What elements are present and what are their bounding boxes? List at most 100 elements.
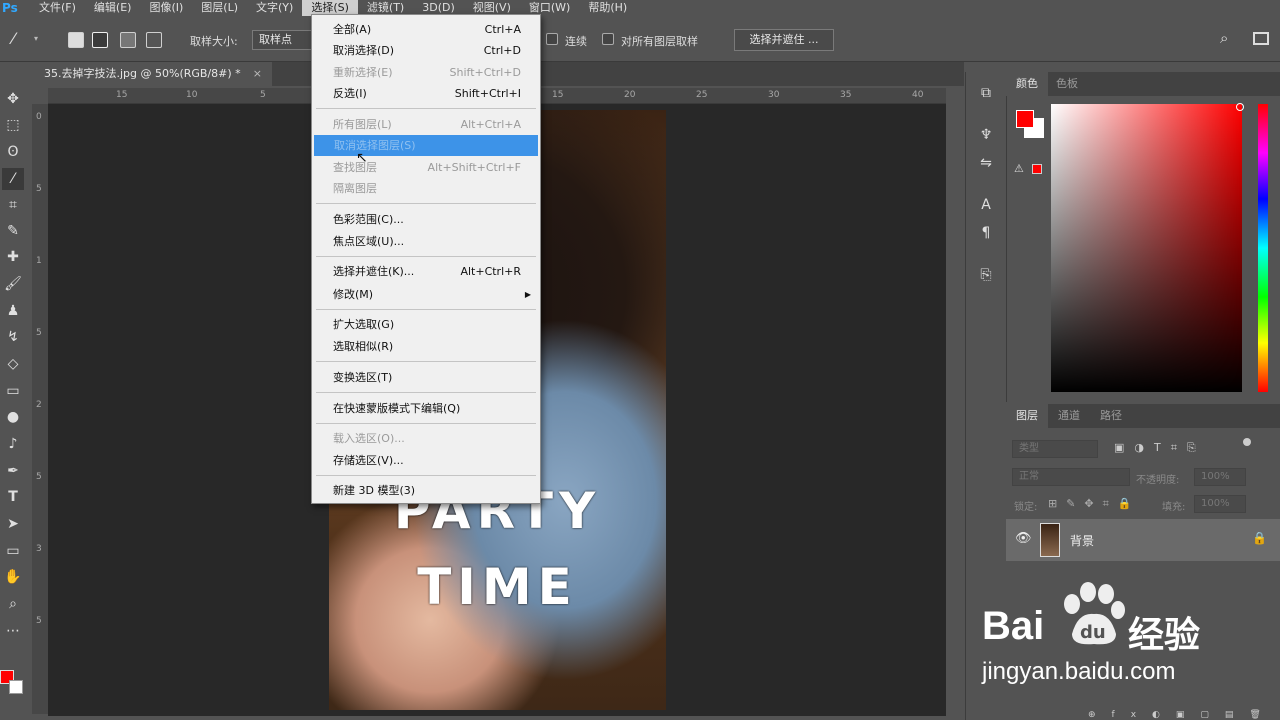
panel-foreground-swatch[interactable] <box>1016 110 1034 128</box>
lasso-tool-icon[interactable]: ʘ <box>2 141 24 163</box>
tab-channels[interactable]: 通道 <box>1048 404 1090 428</box>
eyedropper-tool-icon[interactable]: ✎ <box>2 220 24 242</box>
pen-tool-icon[interactable]: ✒ <box>2 460 24 482</box>
ruler-h-label: 35 <box>840 90 852 100</box>
menu-item-quick-mask[interactable]: 在快速蒙版模式下编辑(Q) <box>313 398 539 419</box>
tab-paths[interactable]: 路径 <box>1090 404 1132 428</box>
background-color-swatch[interactable] <box>9 680 23 694</box>
type-tool-icon[interactable]: T <box>2 486 24 508</box>
add-selection-icon[interactable] <box>92 32 108 48</box>
select-and-mask-button[interactable]: 选择并遮住 ... <box>734 29 834 51</box>
menu-item-modify[interactable]: 修改(M) ▶ <box>313 284 539 305</box>
layer-bottom-icons[interactable]: ⊕fx◐▣▢▤🗑 <box>1088 710 1277 720</box>
layer-lock-icon: 🔒 <box>1252 531 1267 545</box>
tab-color[interactable]: 颜色 <box>1006 72 1048 96</box>
filter-toggle-icon[interactable] <box>1243 438 1251 446</box>
select-menu-dropdown: 全部(A) Ctrl+A 取消选择(D) Ctrl+D 重新选择(E) Shift+C… <box>311 14 541 504</box>
menu-item-isolate-layers[interactable]: 隔离图层 <box>313 178 539 199</box>
layer-filter-icons[interactable]: ▣◑T⌗⎘ <box>1114 441 1206 455</box>
menu-item-deselect-layers[interactable]: 取消选择图层(S) <box>314 135 538 156</box>
hand-tool-icon[interactable]: ✋ <box>2 566 24 588</box>
lock-icons[interactable]: ⊞✎✥⌗🔒 <box>1048 497 1141 511</box>
healing-tool-icon[interactable]: ✚ <box>2 246 24 268</box>
tab-layers[interactable]: 图层 <box>1006 404 1048 428</box>
ruler-h-label: 15 <box>116 90 128 100</box>
menu-layer[interactable]: 图层(L) <box>192 0 247 16</box>
search-icon[interactable]: ⌕ <box>1220 29 1228 47</box>
menu-item-all-layers[interactable]: 所有图层(L) Alt+Ctrl+A <box>313 114 539 135</box>
crop-tool-icon[interactable]: ⌗ <box>2 194 24 216</box>
shape-tool-icon[interactable]: ▭ <box>2 540 24 562</box>
color-picker-field[interactable] <box>1051 104 1242 392</box>
menu-bar: Ps 文件(F) 编辑(E) 图像(I) 图层(L) 文字(Y) 选择(S) 滤… <box>0 0 1280 16</box>
menu-item-select-and-mask[interactable]: 选择并遮住(K)... Alt+Ctrl+R <box>313 261 539 282</box>
menu-item-find-layers[interactable]: 查找图层 Alt+Shift+Ctrl+F <box>313 157 539 178</box>
blend-mode-select[interactable]: 正常 <box>1012 468 1130 486</box>
move-tool-icon[interactable]: ✥ <box>2 88 24 110</box>
menu-item-deselect[interactable]: 取消选择(D) Ctrl+D <box>313 40 539 61</box>
intersect-selection-icon[interactable] <box>146 32 162 48</box>
eye-visibility-icon[interactable]: 👁 <box>1015 531 1032 546</box>
opacity-label: 不透明度: <box>1136 475 1180 486</box>
ruler-h-label: 15 <box>552 90 564 100</box>
menu-item-new-3d-model[interactable]: 新建 3D 模型(3) <box>313 480 539 501</box>
menu-item-color-range[interactable]: 色彩范围(C)... <box>313 209 539 230</box>
opacity-field[interactable]: 100% <box>1194 468 1246 486</box>
paragraph-panel-icon[interactable]: ¶ <box>975 222 997 244</box>
menu-item-transform-selection[interactable]: 变换选区(T) <box>313 367 539 388</box>
brush-tool-icon[interactable]: 🖌 <box>2 273 24 295</box>
blur-tool-icon[interactable]: ● <box>2 406 24 428</box>
character-panel-icon[interactable]: A <box>975 194 997 216</box>
menu-file[interactable]: 文件(F) <box>30 0 85 16</box>
chevron-down-icon[interactable]: ▾ <box>34 34 38 43</box>
fill-value: 100% <box>1201 498 1230 509</box>
history-brush-icon[interactable]: ↯ <box>2 326 24 348</box>
dodge-tool-icon[interactable]: ♪ <box>2 433 24 455</box>
menu-item-label: 所有图层(L) <box>333 118 392 131</box>
menu-item-label: 隔离图层 <box>333 182 377 195</box>
new-selection-icon[interactable] <box>68 32 84 48</box>
menu-item-reselect[interactable]: 重新选择(E) Shift+Ctrl+D <box>313 62 539 83</box>
menu-item-focus-area[interactable]: 焦点区域(U)... <box>313 231 539 252</box>
picker-cursor[interactable] <box>1236 103 1244 111</box>
fill-field[interactable]: 100% <box>1194 495 1246 513</box>
marquee-tool-icon[interactable]: ⬚ <box>2 114 24 136</box>
hue-slider[interactable] <box>1258 104 1268 392</box>
subtract-selection-icon[interactable] <box>120 32 136 48</box>
history-panel-icon[interactable]: ⧉ <box>975 82 997 104</box>
brush-settings-icon[interactable]: ♆ <box>975 124 997 146</box>
ruler-v-label: 0 <box>36 112 42 122</box>
adjust-icon[interactable]: ⇋ <box>975 152 997 174</box>
stamp-tool-icon[interactable]: ♟ <box>2 300 24 322</box>
magic-wand-icon[interactable]: ⁄ <box>12 29 15 48</box>
workspace-icon[interactable] <box>1253 32 1269 45</box>
menu-image[interactable]: 图像(I) <box>140 0 192 16</box>
layer-filter-select[interactable]: 类型 <box>1012 440 1098 458</box>
tab-swatches[interactable]: 色板 <box>1046 72 1088 96</box>
menu-item-save-selection[interactable]: 存储选区(V)... <box>313 450 539 471</box>
menu-item-similar[interactable]: 选取相似(R) <box>313 336 539 357</box>
gradient-tool-icon[interactable]: ▭ <box>2 380 24 402</box>
document-tab[interactable]: 35.去掉字技法.jpg @ 50%(RGB/8#) * × <box>32 62 272 86</box>
magic-wand-tool-icon[interactable]: ⁄ <box>2 168 24 190</box>
menu-item-grow[interactable]: 扩大选取(G) <box>313 314 539 335</box>
sample-size-select[interactable]: 取样点 <box>252 30 312 50</box>
properties-panel-icon[interactable]: ⎘ <box>975 264 997 286</box>
menu-edit[interactable]: 编辑(E) <box>85 0 141 16</box>
layer-row-background[interactable]: 👁 背景 🔒 <box>1006 519 1280 561</box>
eraser-tool-icon[interactable]: ◇ <box>2 353 24 375</box>
more-tools-icon[interactable]: ⋯ <box>2 620 24 642</box>
menu-item-label: 反选(I) <box>333 87 367 100</box>
zoom-tool-icon[interactable]: ⌕ <box>2 593 24 615</box>
menu-type[interactable]: 文字(Y) <box>247 0 302 16</box>
close-tab-icon[interactable]: × <box>253 62 262 86</box>
menu-help[interactable]: 帮助(H) <box>579 0 636 16</box>
path-select-icon[interactable]: ➤ <box>2 513 24 535</box>
all-layers-checkbox[interactable] <box>602 33 614 45</box>
menu-item-load-selection[interactable]: 载入选区(O)... <box>313 428 539 449</box>
opacity-value: 100% <box>1201 471 1230 482</box>
menu-item-select-all[interactable]: 全部(A) Ctrl+A <box>313 19 539 40</box>
continuous-checkbox[interactable] <box>546 33 558 45</box>
menu-item-inverse[interactable]: 反选(I) Shift+Ctrl+I <box>313 83 539 104</box>
gamut-swatch[interactable] <box>1032 164 1042 174</box>
